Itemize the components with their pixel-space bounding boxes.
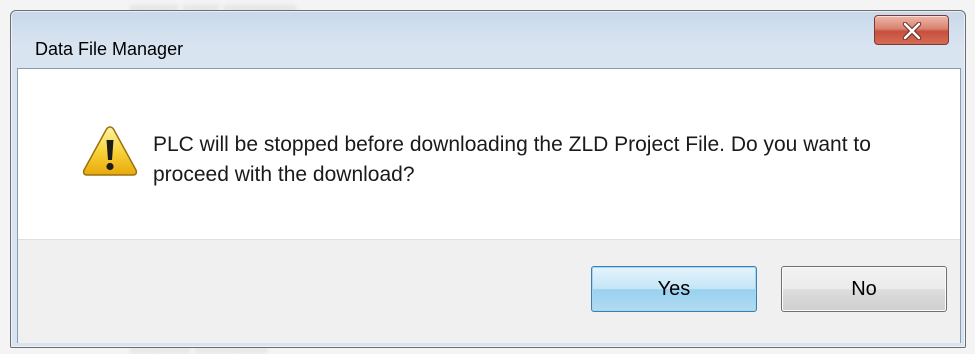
dialog-title: Data File Manager: [35, 39, 184, 59]
message-area: PLC will be stopped before downloading t…: [18, 69, 960, 239]
yes-button[interactable]: Yes: [591, 266, 757, 312]
title-bar[interactable]: Data File Manager: [11, 11, 965, 67]
close-button[interactable]: [874, 15, 949, 45]
dialog-message: PLC will be stopped before downloading t…: [153, 133, 871, 186]
no-button[interactable]: No: [781, 266, 947, 312]
dialog-body: PLC will be stopped before downloading t…: [17, 68, 961, 343]
button-bar: Yes No: [18, 239, 960, 343]
dialog-window: Data File Manager PLC will be stopped be…: [10, 10, 966, 348]
warning-icon: [82, 126, 138, 176]
close-icon: [902, 22, 922, 40]
